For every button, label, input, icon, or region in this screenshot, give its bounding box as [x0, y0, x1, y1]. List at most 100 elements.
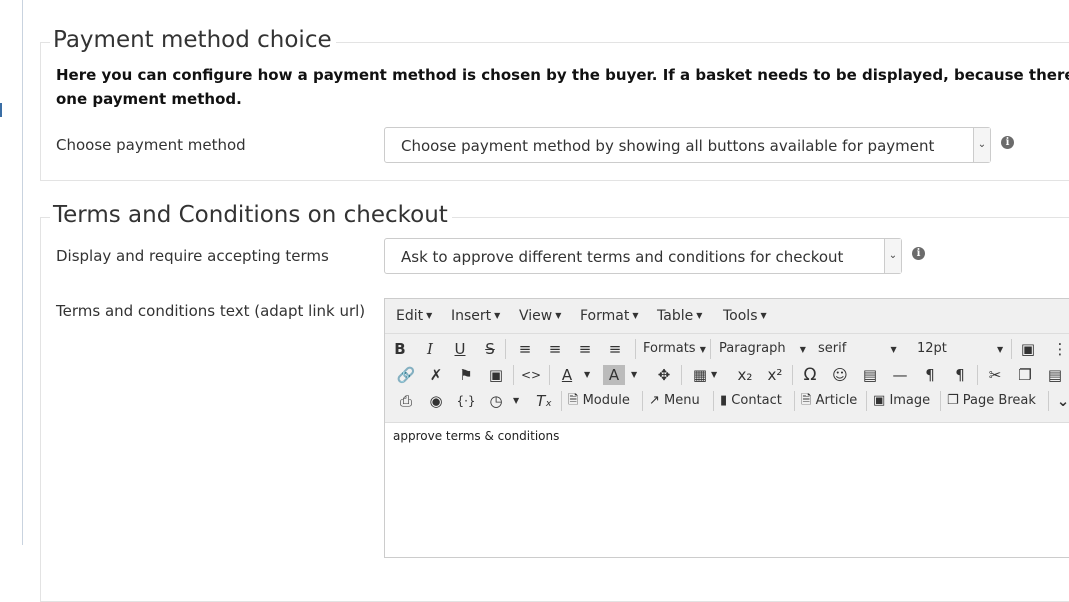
image-button[interactable]: ▣ Image [873, 391, 930, 411]
fullscreen-icon[interactable]: ✥ [653, 365, 675, 385]
payment-section-title: Payment method choice [50, 27, 336, 53]
menu-edit[interactable]: Edit ▼ [396, 308, 432, 324]
strikethrough-icon[interactable]: S [479, 339, 501, 359]
bullet-list-icon[interactable]: ⋮ [1049, 339, 1069, 359]
bookmark-icon[interactable]: ⚑ [455, 365, 477, 385]
align-center-icon[interactable]: ≡ [544, 339, 566, 359]
payment-method-select-value: Choose payment method by showing all but… [401, 137, 935, 155]
rich-text-editor: Edit ▼ Insert ▼ View ▼ Format ▼ Table ▼ Tools… [384, 298, 1069, 558]
left-sidebar-edge [0, 0, 23, 545]
display-terms-select-value: Ask to approve different terms and condi… [401, 248, 844, 266]
payment-method-select[interactable]: Choose payment method by showing all but… [384, 127, 991, 163]
underline-icon[interactable]: U [449, 339, 471, 359]
clear-formatting-icon[interactable]: Tₓ [533, 391, 555, 411]
payment-intro-text: Here you can configure how a payment met… [56, 63, 1069, 111]
contact-label: Contact [731, 393, 782, 408]
toolbar-separator [513, 365, 514, 385]
preview-icon[interactable]: ◉ [425, 391, 447, 411]
block-format-dropdown[interactable]: Paragraph ▼ [719, 339, 806, 359]
article-button[interactable]: 🗎 Article [801, 391, 857, 411]
sidebar-marker [0, 103, 2, 117]
menu-button[interactable]: ↗ Menu [649, 391, 700, 411]
terms-section-title: Terms and Conditions on checkout [50, 202, 452, 228]
info-icon[interactable]: i [912, 247, 925, 260]
menu-insert[interactable]: Insert ▼ [451, 308, 500, 324]
formats-dropdown[interactable]: Formats ▼ [643, 339, 706, 359]
chevron-down-icon[interactable]: ⌄ [1052, 391, 1069, 411]
picture-icon: ▣ [873, 393, 886, 408]
print-icon[interactable]: ⎙ [395, 391, 417, 411]
align-right-icon[interactable]: ≡ [574, 339, 596, 359]
insert-datetime-icon[interactable]: ◷ [485, 391, 507, 411]
image-label: Image [889, 393, 931, 408]
caret-down-icon: ▼ [799, 345, 806, 354]
toolbar-separator [681, 365, 682, 385]
chevron-down-icon[interactable]: ⌄ [884, 239, 901, 273]
contact-button[interactable]: ▮ Contact [720, 391, 782, 411]
menu-label: Tools [723, 308, 758, 324]
find-replace-icon[interactable]: ▣ [1017, 339, 1039, 359]
caret-down-icon: ▼ [699, 345, 706, 354]
bold-icon[interactable]: B [389, 339, 411, 359]
paste-icon[interactable]: ▤ [1044, 365, 1066, 385]
chevron-down-icon[interactable]: ▼ [513, 391, 519, 411]
formats-label: Formats [643, 341, 696, 356]
paragraph-rtl-icon[interactable]: ¶ [949, 365, 971, 385]
unlink-icon[interactable]: ✗ [425, 365, 447, 385]
copy-icon: ❐ [947, 393, 959, 408]
special-character-icon[interactable]: Ω [799, 365, 821, 385]
menu-label: Menu [664, 393, 700, 408]
caret-down-icon: ▼ [494, 311, 501, 320]
align-left-icon[interactable]: ≡ [514, 339, 536, 359]
link-icon[interactable]: 🔗 [395, 365, 417, 385]
module-button[interactable]: 🗎 Module [568, 391, 630, 411]
toolbar-separator [549, 365, 550, 385]
editor-toolbar: B I U S ≡ ≡ ≡ ≡ Formats ▼ Paragraph ▼ se… [385, 334, 1069, 423]
menu-table[interactable]: Table ▼ [657, 308, 702, 324]
menu-format[interactable]: Format ▼ [580, 308, 639, 324]
display-terms-label: Display and require accepting terms [56, 247, 329, 265]
editor-menubar: Edit ▼ Insert ▼ View ▼ Format ▼ Table ▼ Tools… [385, 299, 1069, 334]
chevron-down-icon[interactable]: ▼ [711, 365, 717, 385]
font-family-dropdown[interactable]: serif ▼ [818, 339, 897, 359]
caret-down-icon: ▼ [760, 311, 767, 320]
article-label: Article [815, 393, 858, 408]
cut-icon[interactable]: ✂ [984, 365, 1006, 385]
italic-icon[interactable]: I [419, 339, 441, 359]
file-add-icon: 🗎 [801, 393, 812, 408]
block-format-label: Paragraph [719, 341, 786, 356]
toolbar-separator [1011, 339, 1012, 359]
info-icon[interactable]: i [1001, 136, 1014, 149]
emoticon-icon[interactable]: ☺ [829, 365, 851, 385]
menu-view[interactable]: View ▼ [519, 308, 561, 324]
toolbar-separator [713, 391, 714, 411]
paragraph-ltr-icon[interactable]: ¶ [919, 365, 941, 385]
table-icon[interactable]: ▦ [689, 365, 711, 385]
text-color-icon[interactable]: A [556, 365, 578, 385]
display-terms-select[interactable]: Ask to approve different terms and condi… [384, 238, 902, 274]
horizontal-rule-icon[interactable]: — [889, 365, 911, 385]
toolbar-separator [866, 391, 867, 411]
superscript-icon[interactable]: x² [764, 365, 786, 385]
subscript-icon[interactable]: x₂ [734, 365, 756, 385]
chevron-down-icon[interactable]: ▼ [584, 365, 590, 385]
page-break-button[interactable]: ❐ Page Break [947, 391, 1036, 411]
media-icon[interactable]: ▤ [859, 365, 881, 385]
align-justify-icon[interactable]: ≡ [604, 339, 626, 359]
toolbar-separator [794, 391, 795, 411]
copy-icon[interactable]: ❐ [1014, 365, 1036, 385]
background-color-icon[interactable]: A [603, 365, 625, 385]
toolbar-separator [561, 391, 562, 411]
code-icon[interactable]: <> [520, 365, 542, 385]
choose-payment-label: Choose payment method [56, 136, 246, 154]
chevron-down-icon[interactable]: ▼ [631, 365, 637, 385]
image-icon[interactable]: ▣ [485, 365, 507, 385]
chevron-down-icon[interactable]: ⌄ [973, 128, 990, 162]
menu-label: View [519, 308, 553, 324]
editor-content[interactable]: approve terms & conditions [393, 429, 559, 443]
menu-tools[interactable]: Tools ▼ [723, 308, 767, 324]
font-size-label: 12pt [917, 341, 947, 356]
font-size-dropdown[interactable]: 12pt ▼ [917, 339, 1003, 359]
template-icon[interactable]: {·} [455, 391, 477, 411]
toolbar-separator [792, 365, 793, 385]
